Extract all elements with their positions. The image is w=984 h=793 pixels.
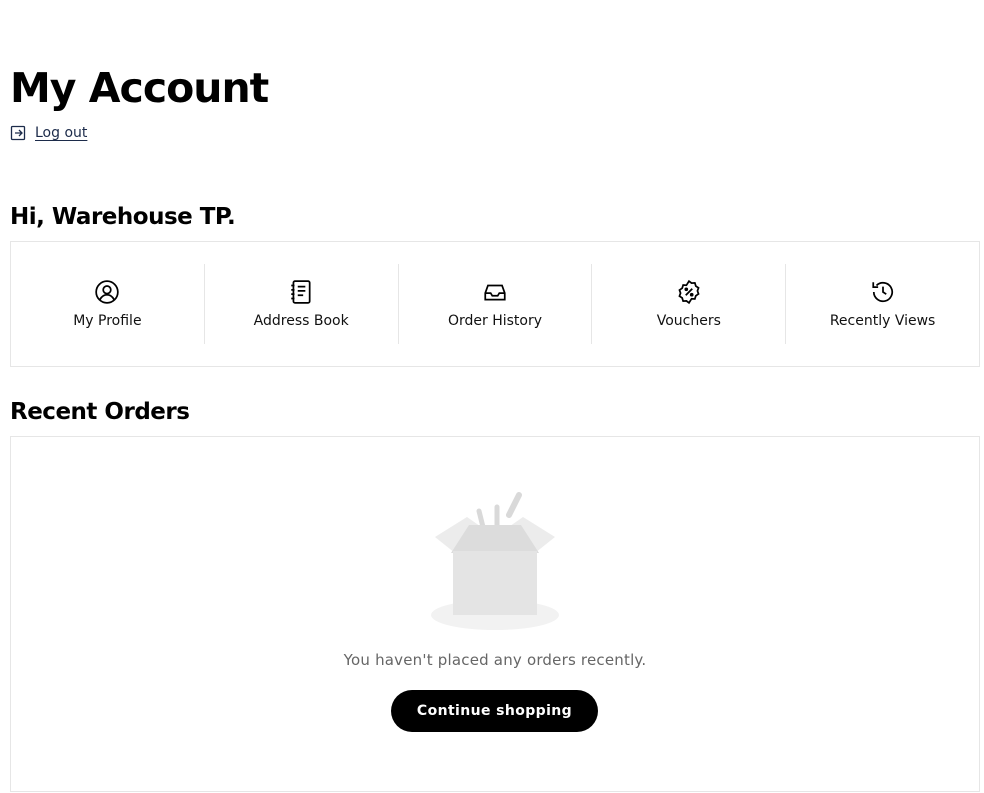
nav-address-book-label: Address Book — [253, 313, 349, 329]
history-clock-icon — [871, 281, 893, 303]
inbox-icon — [484, 284, 506, 301]
nav-order-history[interactable]: Order History — [399, 264, 593, 344]
nav-my-profile-label: My Profile — [73, 313, 142, 329]
address-book-icon — [291, 280, 311, 304]
nav-address-book[interactable]: Address Book — [205, 264, 399, 344]
user-circle-icon — [95, 280, 120, 304]
continue-shopping-button[interactable]: Continue shopping — [391, 690, 598, 732]
logout-label: Log out — [35, 125, 88, 141]
recent-orders-panel: You haven't placed any orders recently. … — [10, 436, 980, 792]
nav-vouchers-label: Vouchers — [656, 313, 721, 329]
page-title: My Account — [10, 64, 269, 112]
logout-link[interactable]: Log out — [10, 125, 87, 141]
logout-icon — [10, 125, 26, 141]
account-nav: My Profile Address Book Order History Vo… — [10, 241, 980, 367]
nav-recently-views-label: Recently Views — [829, 313, 936, 329]
nav-vouchers[interactable]: Vouchers — [592, 264, 787, 344]
empty-orders-message: You haven't placed any orders recently. — [343, 651, 647, 669]
nav-order-history-label: Order History — [447, 313, 543, 329]
nav-recently-views[interactable]: Recently Views — [786, 264, 979, 344]
greeting-heading: Hi, Warehouse TP. — [10, 204, 236, 230]
voucher-badge-icon — [678, 279, 700, 305]
recent-orders-heading: Recent Orders — [10, 399, 190, 425]
empty-box-icon — [431, 492, 559, 630]
nav-my-profile[interactable]: My Profile — [11, 264, 205, 344]
